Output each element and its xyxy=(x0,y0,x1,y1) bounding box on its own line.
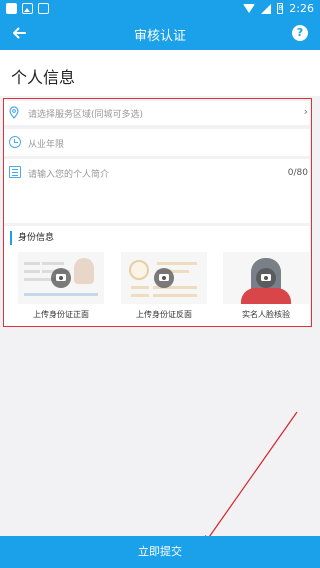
annotation-arrow xyxy=(204,411,298,545)
submit-button[interactable]: 立即提交 xyxy=(0,536,320,568)
